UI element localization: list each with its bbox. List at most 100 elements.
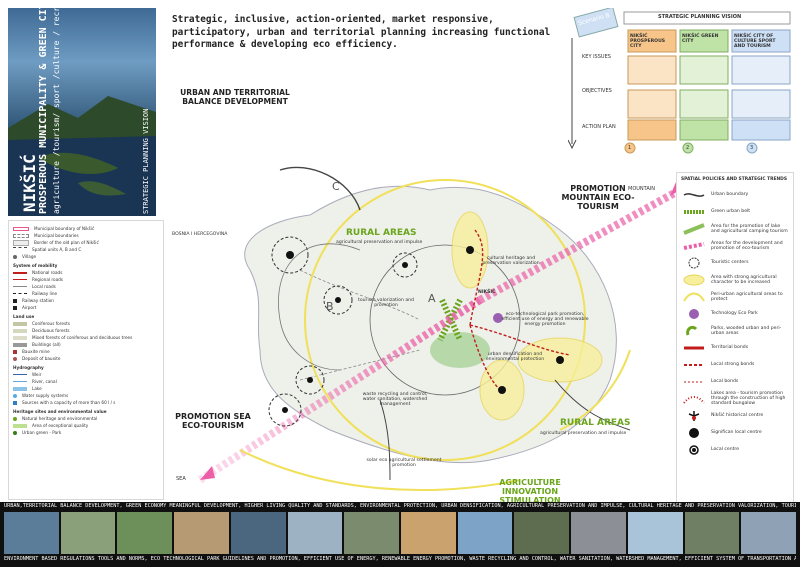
rural2-sub: agricultural preservation and impulse: [540, 431, 627, 436]
photo: [627, 512, 683, 554]
legend-section: Land use: [13, 314, 35, 319]
urban-label: urban densification and environmental pr…: [485, 352, 545, 362]
policy-row: Area with strong agricultural character …: [681, 271, 789, 288]
legend-row: Village: [13, 253, 159, 260]
policy-row: Local bonds: [684, 379, 739, 384]
agri-title: AGRICULTURE INNOVATION STIMULATION: [499, 478, 561, 505]
legend-row: Weir: [13, 371, 159, 378]
bosnia-label: BOSNIA I HERCEGOVINA: [172, 232, 228, 237]
legend-row: Sources with a capacity of more than 60 …: [13, 399, 159, 406]
legend-row: Railway line: [13, 290, 159, 297]
vision-row2: OBJECTIVES: [582, 88, 612, 94]
tourism-label: tourism valorization and promotion: [358, 298, 414, 308]
cover-line3: agriculture /tourism/ sport /culture / r…: [52, 8, 61, 214]
policy-row: Nikšić historical centre: [681, 407, 789, 424]
policy-row: Green urban belt: [684, 209, 751, 214]
vision-col3: NIKŠIĆ CITY OF CULTURE SPORT AND TOURISM: [734, 34, 776, 49]
photo: [401, 512, 456, 554]
sea-tag: SEA: [176, 476, 186, 482]
legend-row: Area of exceptional quality: [13, 422, 159, 429]
cover-line2: PROSPEROUS MUNICIPALITY & GREEN CITY: [38, 8, 49, 214]
policy-row: Local centre: [681, 441, 789, 458]
cover-panel: NIKŠIĆ PROSPEROUS MUNICIPALITY & GREEN C…: [8, 8, 156, 216]
policy-row: Parks, wooded urban and peri-urban areas: [681, 322, 789, 339]
photo: [684, 512, 740, 554]
band-top-text: URBAN,TERRITORIAL BALANCE DEVELOPMENT, G…: [4, 503, 796, 509]
zone-b: B: [326, 300, 334, 313]
legend-row: Coniferous forests: [13, 320, 159, 327]
solar-label: solar eco agricultural settlement promot…: [366, 458, 442, 468]
mountain-tag: MOUNTAIN: [628, 186, 655, 192]
niksic-label: NIKŠIĆ: [478, 290, 496, 295]
rural1-title: RURAL AREAS: [346, 228, 417, 238]
policy-row: Technology Eco Park: [681, 305, 789, 322]
photo: [741, 512, 797, 554]
legend-row: Municipal boundary of Nikšić: [13, 225, 159, 232]
legend-row: Airport: [13, 304, 159, 311]
legend-row: Railway station: [13, 297, 159, 304]
legend-row: Water supply systems: [13, 392, 159, 399]
photo: [230, 512, 286, 554]
vision-frame: [568, 8, 791, 154]
policy-row: Areas for the development and promotion …: [681, 237, 789, 254]
rural1-sub: agricultural preservation and impulse: [336, 240, 423, 245]
legend-section: Hydrography: [13, 365, 44, 370]
vision-col1: NIKŠIĆ PROSPEROUS CITY: [630, 34, 666, 49]
legend-row: Buildings (all): [13, 341, 159, 348]
photo: [457, 512, 513, 554]
legend-row: Deciduous forests: [13, 327, 159, 334]
zone-a: A: [428, 292, 436, 305]
legend-row: Spatial units A, B and C: [13, 246, 159, 253]
legend-row: National roads: [13, 269, 159, 276]
photo: [514, 512, 570, 554]
cover-line4: STRATEGIC PLANNING VISION: [142, 108, 150, 214]
vision-header: STRATEGIC PLANNING VISION: [658, 14, 742, 20]
sea-title: PROMOTION SEA ECO-TOURISM: [175, 412, 251, 430]
zone-c: C: [332, 180, 340, 193]
legend-section: System of mobility: [13, 263, 58, 268]
policy-row: Lakes area - tourism promotion through t…: [681, 390, 789, 407]
photo: [287, 512, 343, 554]
legend-row: Urban green - Park: [13, 429, 159, 436]
mountain-title: PROMOTION MOUNTAIN ECO-TOURISM: [561, 184, 635, 211]
photo: [174, 512, 229, 554]
rural2-title: RURAL AREAS: [560, 418, 631, 428]
vision-row1: KEY ISSUES: [582, 54, 611, 60]
heritage-label: cultural heritage and preservation valor…: [482, 256, 540, 266]
legend-row: Lake: [13, 385, 159, 392]
vision-n2: 2: [686, 145, 690, 151]
photo: [344, 512, 400, 554]
balance-title: URBAN AND TERRITORIAL BALANCE DEVELOPMEN…: [180, 88, 290, 106]
band-bottom-text: ENVIRONMENT BASED REGULATIONS TOOLS AND …: [4, 556, 796, 562]
legend-row: Local roads: [13, 283, 159, 290]
policy-row: Local strong bonds: [684, 362, 755, 367]
subtitle: Strategic, inclusive, action-oriented, m…: [172, 14, 551, 50]
photo: [571, 512, 626, 554]
legend-row: River, canal: [13, 378, 159, 385]
policy-row: Touristic centers: [681, 254, 789, 271]
legend-row: Mixed forests of coniferous and deciduou…: [13, 334, 159, 341]
photo: [117, 512, 173, 554]
map-legend: Municipal boundary of Nikšić Municipal b…: [8, 220, 164, 500]
legend-row: Natural heritage and environmental: [13, 415, 159, 422]
photo: [60, 512, 116, 554]
policy-row: Urban boundary: [681, 186, 789, 203]
vision-col2: NIKŠIĆ GREEN CITY: [682, 34, 719, 44]
waste-label: waste recycling and control, water sanit…: [362, 392, 428, 407]
photo-strip: [4, 512, 797, 554]
vision-table: Scenario B STRATEGIC PLANNING VISION NIK…: [568, 8, 794, 158]
legend-section: Heritage sites and environmental value: [13, 409, 107, 414]
cover-title: NIKŠIĆ: [20, 154, 39, 212]
policy-legend-title: SPATIAL POLICIES AND STRATEGIC TRENDS: [681, 177, 787, 182]
policy-row: Territorial bonds: [684, 345, 749, 350]
policy-legend: SPATIAL POLICIES AND STRATEGIC TRENDS Ur…: [676, 172, 794, 504]
legend-row: Bauxite mine: [13, 348, 159, 355]
policy-row: Peri-urban agricultural areas to protect: [681, 288, 789, 305]
legend-row: Deposit of bauxite: [13, 355, 159, 362]
legend-row: Municipal boundaries: [13, 232, 159, 239]
vision-row3: ACTION PLAN: [582, 124, 616, 130]
policy-row: Area for the promotion of lake and agric…: [681, 220, 789, 237]
vision-n3: 3: [750, 145, 754, 151]
photo: [4, 512, 59, 554]
policy-row: Significan local centre: [681, 424, 789, 441]
